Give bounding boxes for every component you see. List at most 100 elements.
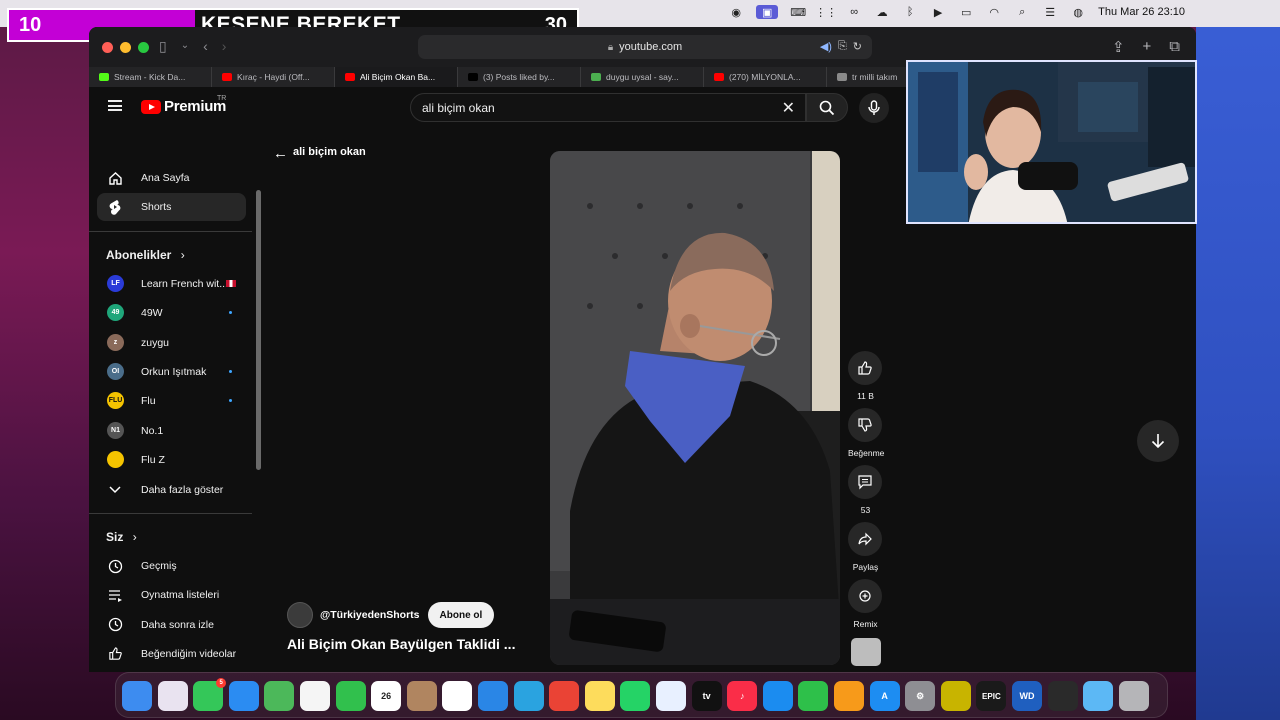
control-center-icon[interactable]: ☰ xyxy=(1042,5,1058,19)
xcode-sword-icon[interactable] xyxy=(940,681,971,711)
epic-games-icon[interactable]: EPIC xyxy=(976,681,1007,711)
browser-tab[interactable]: Stream - Kick Da... xyxy=(89,67,212,87)
subscription-item[interactable]: Flu Z xyxy=(97,446,246,474)
dislike-button[interactable]: Beğenme xyxy=(848,408,884,458)
minimize-window-button[interactable] xyxy=(120,42,131,53)
folder-icon[interactable] xyxy=(1083,681,1114,711)
address-bar[interactable]: 🔒︎ youtube.com ◀) ⎘ ↻ xyxy=(418,35,872,59)
facetime-icon[interactable] xyxy=(335,681,366,711)
subscription-item[interactable]: LF Learn French wit... xyxy=(97,270,246,298)
safari-icon[interactable] xyxy=(478,681,508,711)
reminders-icon[interactable] xyxy=(442,681,473,711)
sidebar-item-shorts[interactable]: Shorts xyxy=(97,193,246,221)
sidebar-toggle-icon[interactable]: ▯ xyxy=(159,38,167,55)
wifi-icon[interactable]: ◠ xyxy=(986,5,1002,19)
back-icon[interactable]: ‹ xyxy=(203,38,208,55)
translate-icon[interactable]: ⎘ xyxy=(838,40,847,53)
search-input[interactable]: ali biçim okan xyxy=(422,101,495,115)
keyboard-icon[interactable]: ⌨ xyxy=(790,5,806,19)
trash-icon[interactable] xyxy=(1118,681,1149,711)
contacts-icon[interactable] xyxy=(406,681,437,711)
tab-overview-icon[interactable]: ⧉ xyxy=(1169,38,1180,56)
mail-icon[interactable] xyxy=(228,681,259,711)
battery-icon[interactable]: ▭ xyxy=(958,5,974,19)
remix-button[interactable]: Remix xyxy=(848,579,883,629)
like-button[interactable]: 11 B xyxy=(848,351,883,401)
wd-icon[interactable]: WD xyxy=(1012,681,1042,711)
sidebar-scrollbar[interactable] xyxy=(256,190,261,470)
channel-avatar[interactable] xyxy=(287,602,313,628)
sidebar-item-home[interactable]: Ana Sayfa xyxy=(97,164,246,192)
share-button[interactable]: Paylaş xyxy=(848,522,883,572)
audio-icon[interactable]: ◀) xyxy=(820,40,832,53)
zoom-window-button[interactable] xyxy=(138,42,149,53)
video-title[interactable]: Ali Biçim Okan Bayülgen Taklidi ... xyxy=(287,636,515,652)
clear-search-icon[interactable]: ✕ xyxy=(782,98,795,118)
next-short-button[interactable] xyxy=(1137,420,1179,462)
menu-clock[interactable]: Thu Mar 26 23:10 xyxy=(1098,6,1185,18)
play-status-icon[interactable]: ▶ xyxy=(930,5,946,19)
camera-status-icon[interactable]: ◉ xyxy=(728,5,744,19)
subscription-item[interactable]: N1 No.1 xyxy=(97,417,246,445)
browser-tab[interactable]: Ali Biçim Okan Ba... xyxy=(335,67,458,87)
forward-icon[interactable]: › xyxy=(222,38,227,55)
new-tab-icon[interactable]: + xyxy=(1143,38,1152,56)
launchpad-icon[interactable] xyxy=(157,681,188,711)
music-icon[interactable]: ♪ xyxy=(727,681,758,711)
subscriptions-title[interactable]: Abonelikler › xyxy=(106,248,185,262)
show-more-button[interactable]: Daha fazla göster xyxy=(97,476,246,504)
subscription-item[interactable]: 49 49W xyxy=(97,299,246,327)
search-button[interactable] xyxy=(806,93,848,122)
maps-icon[interactable] xyxy=(264,681,295,711)
finder-icon[interactable] xyxy=(122,681,152,711)
browser-tab[interactable]: Kıraç - Haydi (Off... xyxy=(212,67,335,87)
messages-icon[interactable]: 5 xyxy=(193,678,227,711)
sound-thumbnail[interactable] xyxy=(851,638,881,666)
pages-icon[interactable] xyxy=(834,681,864,711)
appletv-icon[interactable]: tv xyxy=(691,681,722,711)
search-box[interactable]: ali biçim okan ✕ xyxy=(410,93,806,122)
you-section-title[interactable]: Siz › xyxy=(106,530,137,544)
settings-icon[interactable]: ⚙ xyxy=(905,681,936,711)
browser-tab[interactable]: duygu uysal - say... xyxy=(581,67,704,87)
subscription-item[interactable]: OI Orkun Işıtmak xyxy=(97,358,246,386)
obs-icon[interactable] xyxy=(1047,681,1078,711)
channel-name[interactable]: @TürkiyedenShorts xyxy=(320,609,420,621)
whatsapp-icon[interactable] xyxy=(620,681,651,711)
calendar-icon[interactable]: 26 xyxy=(371,681,402,711)
chrome-icon[interactable] xyxy=(549,681,580,711)
telegram-icon[interactable] xyxy=(513,681,544,711)
chevron-down-icon[interactable]: ⌄ xyxy=(181,40,189,55)
freeform-icon[interactable] xyxy=(656,681,686,711)
creative-cloud-icon[interactable]: ∞ xyxy=(846,5,862,19)
close-window-button[interactable] xyxy=(102,42,113,53)
sidebar-item-like[interactable]: Beğendiğim videolar xyxy=(97,640,246,668)
photos-icon[interactable] xyxy=(300,681,330,711)
notes-icon[interactable] xyxy=(584,681,615,711)
browser-tab[interactable]: (3) Posts liked by... xyxy=(458,67,581,87)
short-video-player[interactable] xyxy=(550,151,840,665)
voice-search-button[interactable] xyxy=(859,93,889,123)
bluetooth-icon[interactable]: ᛒ xyxy=(902,5,918,19)
screen-mirroring-icon[interactable]: ▣ xyxy=(756,5,779,19)
grid-icon[interactable]: ⋮⋮ xyxy=(815,5,837,19)
search-spotlight-icon[interactable]: ⌕ xyxy=(1014,5,1030,19)
sidebar-item-clock[interactable]: Daha sonra izle xyxy=(97,611,246,639)
sidebar-item-history[interactable]: Geçmiş xyxy=(97,552,246,580)
subscription-item[interactable]: z zuygu xyxy=(97,329,246,357)
back-arrow-icon[interactable]: ← xyxy=(273,145,288,162)
reload-icon[interactable]: ↻ xyxy=(853,40,862,53)
appstore-icon[interactable]: A xyxy=(869,681,900,711)
share-icon[interactable]: ⇪ xyxy=(1112,38,1125,56)
youtube-logo[interactable]: Premium TR xyxy=(141,95,226,115)
menu-icon[interactable] xyxy=(108,100,122,111)
subscription-item[interactable]: FLU Flu xyxy=(97,387,246,415)
siri-icon[interactable]: ◍ xyxy=(1070,5,1086,19)
sidebar-item-playlist[interactable]: Oynatma listeleri xyxy=(97,581,246,609)
cloud-icon[interactable]: ☁ xyxy=(874,5,890,19)
browser-tab[interactable]: (270) MİLYONLA... xyxy=(704,67,827,87)
numbers-icon[interactable] xyxy=(798,681,829,711)
comments-button[interactable]: 53 xyxy=(848,465,883,515)
keynote-icon[interactable] xyxy=(762,681,793,711)
subscribe-button[interactable]: Abone ol xyxy=(427,602,495,628)
